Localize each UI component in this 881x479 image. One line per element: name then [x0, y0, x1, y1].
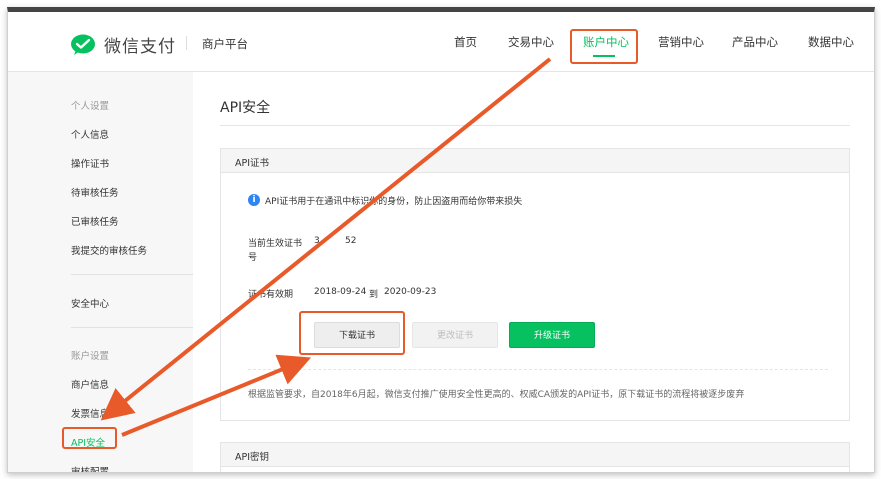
annotation-arrow-to-api-security: [100, 57, 552, 421]
annotation-arrow-to-download-button: [121, 354, 312, 437]
browser-window: 微信支付 商户平台 首页 交易中心 账户中心 营销中心 产品中心 数据中心 个人…: [7, 7, 875, 473]
annotation-arrows: [100, 57, 552, 437]
